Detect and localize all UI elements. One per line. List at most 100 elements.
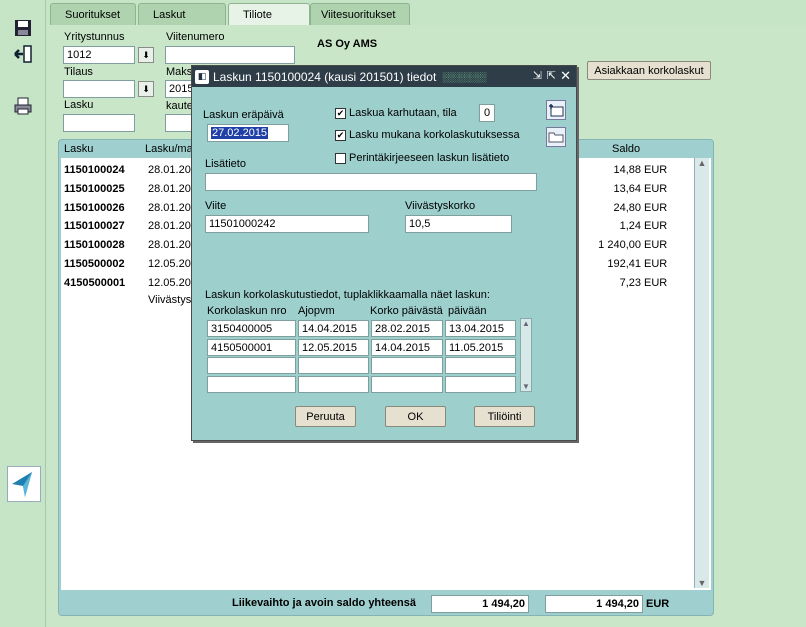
tab-label: Laskut: [153, 8, 186, 21]
karhutaan-row: ✔ Laskua karhutaan, tila: [335, 107, 457, 119]
yritystunnus-dropdown-button[interactable]: ⬇: [138, 47, 154, 63]
open-folder-button[interactable]: [546, 127, 566, 147]
grid-cell[interactable]: 3150400005: [207, 320, 296, 337]
kaute-label: kaute: [166, 100, 193, 112]
tilaus-field[interactable]: [63, 80, 135, 98]
viite-field[interactable]: 11501000242: [205, 215, 369, 233]
erapaiva-label: Laskun eräpäivä: [203, 109, 284, 121]
table-scrollbar[interactable]: ▲ ▼: [694, 158, 709, 588]
chevron-down-icon: ⬇: [142, 49, 150, 60]
column-header-laskuma: Lasku/ma: [145, 143, 193, 155]
erapaiva-field[interactable]: 27.02.2015: [207, 124, 289, 142]
erapaiva-value: 27.02.2015: [211, 127, 269, 139]
cancel-button[interactable]: Peruuta: [295, 406, 356, 427]
viivastyskorko-field[interactable]: 10,5: [405, 215, 512, 233]
grid-header-ajopvm: Ajopvm: [298, 305, 335, 317]
grid-cell[interactable]: [207, 375, 296, 393]
perinta-label: Perintäkirjeeseen laskun lisätieto: [349, 152, 510, 164]
grid-header-paivaan: päivään: [448, 305, 487, 317]
lisatieto-label: Lisätieto: [205, 158, 246, 170]
grid-cell[interactable]: 14.04.2015: [298, 320, 369, 337]
print-icon[interactable]: [12, 95, 34, 117]
save-icon[interactable]: [12, 17, 34, 39]
close-icon[interactable]: ✕: [560, 68, 571, 84]
grid-cell[interactable]: [298, 357, 369, 374]
tila-field[interactable]: 0: [479, 104, 495, 122]
cell-lasku: 4150500001: [64, 276, 126, 289]
scroll-down-icon[interactable]: ▼: [695, 578, 709, 588]
grid-cell[interactable]: [371, 375, 443, 393]
cell-saldo: 13,64: [613, 182, 641, 195]
cell-saldo: 14,88: [613, 164, 641, 176]
lasku-field[interactable]: [63, 114, 135, 132]
column-header-saldo: Saldo: [612, 143, 641, 155]
folder-icon: [548, 132, 564, 143]
cell-saldo: 24,80: [613, 201, 641, 214]
cell-date: 12.05.20: [148, 276, 191, 289]
grid-cell[interactable]: 4150500001: [207, 338, 296, 356]
perinta-checkbox[interactable]: [335, 152, 346, 164]
tab-tiliote[interactable]: Tiliote: [228, 3, 310, 26]
grid-cell[interactable]: [371, 357, 443, 374]
cell-cur: EUR: [644, 182, 668, 195]
grid-cell[interactable]: 13.04.2015: [445, 320, 516, 337]
grid-cell[interactable]: [445, 357, 516, 374]
viitenumero-field[interactable]: [165, 46, 295, 64]
window-icon: ◧: [195, 69, 209, 84]
cell-date: 28.01.20: [148, 164, 191, 176]
footer-label: Liikevaihto ja avoin saldo yhteensä: [232, 597, 417, 609]
cell-saldo: 1,24: [619, 220, 641, 233]
tab-suoritukset[interactable]: Suoritukset: [50, 3, 136, 25]
cell-cur: EUR: [644, 258, 668, 270]
footer-total-1: 1 494,20: [431, 595, 529, 613]
korkolaskutus-checkbox[interactable]: ✔: [335, 129, 346, 141]
grid-cell[interactable]: [207, 357, 296, 374]
cell-date: 28.01.20: [148, 239, 191, 252]
lisatieto-field[interactable]: [205, 173, 537, 191]
yritystunnus-field[interactable]: 1012: [63, 46, 135, 64]
tab-label: Viitesuoritukset: [321, 8, 396, 21]
dialog-title-bar[interactable]: ◧ Laskun 1150100024 (kausi 201501) tiedo…: [192, 66, 576, 87]
kaute-field[interactable]: [165, 114, 193, 132]
cell-cur: EUR: [644, 220, 668, 233]
maximize-icon[interactable]: ⇱: [547, 69, 556, 82]
cell-saldo: 192,41: [607, 258, 641, 270]
tilaus-label: Tilaus: [64, 66, 93, 78]
cell-date: 12.05.20: [148, 258, 191, 270]
grid-cell[interactable]: 28.02.2015: [371, 320, 443, 337]
scroll-down-icon[interactable]: ▼: [521, 382, 531, 391]
scroll-up-icon[interactable]: ▲: [521, 319, 531, 328]
tab-viitesuoritukset[interactable]: Viitesuoritukset: [310, 3, 410, 25]
ok-button[interactable]: OK: [385, 406, 446, 427]
perinta-row: Perintäkirjeeseen laskun lisätieto: [335, 152, 509, 164]
korkolaskutus-row: ✔ Lasku mukana korkolaskutuksessa: [335, 129, 520, 141]
grid-cell[interactable]: 14.04.2015: [371, 338, 443, 356]
viivastys-text: Viivästys: [148, 294, 192, 306]
grid-cell[interactable]: [445, 375, 516, 393]
korkolasku-info: Laskun korkolaskutustiedot, tuplaklikkaa…: [205, 289, 490, 301]
tilointi-button[interactable]: Tiliöinti: [474, 406, 535, 427]
footer-currency: EUR: [646, 598, 670, 610]
maks-field[interactable]: 2015: [165, 80, 193, 98]
cell-saldo: 7,23: [619, 276, 641, 289]
tab-laskut[interactable]: Laskut: [138, 3, 226, 25]
exit-icon[interactable]: [12, 43, 34, 65]
cell-cur: EUR: [644, 239, 668, 252]
korkolaskutus-label: Lasku mukana korkolaskutuksessa: [349, 129, 520, 141]
minimize-icon[interactable]: ⇲: [533, 69, 542, 82]
yritystunnus-label: Yritystunnus: [64, 31, 125, 43]
grid-cell[interactable]: [298, 375, 369, 393]
grid-scrollbar[interactable]: ▲ ▼: [520, 318, 532, 392]
tab-label: Suoritukset: [65, 8, 121, 21]
grid-cell[interactable]: 12.05.2015: [298, 338, 369, 356]
tab-label: Tiliote: [243, 9, 272, 21]
tilaus-dropdown-button[interactable]: ⬇: [138, 81, 154, 97]
viitenumero-label: Viitenumero: [166, 31, 225, 43]
grid-cell[interactable]: 11.05.2015: [445, 338, 516, 356]
karhutaan-checkbox[interactable]: ✔: [335, 107, 346, 119]
cell-lasku: 1150100028: [64, 239, 125, 252]
new-record-button[interactable]: [546, 100, 566, 120]
invoice-details-dialog: ◧ Laskun 1150100024 (kausi 201501) tiedo…: [191, 65, 577, 441]
scroll-up-icon[interactable]: ▲: [695, 158, 709, 168]
asiakkaan-korkolaskut-button[interactable]: Asiakkaan korkolaskut: [587, 61, 711, 80]
